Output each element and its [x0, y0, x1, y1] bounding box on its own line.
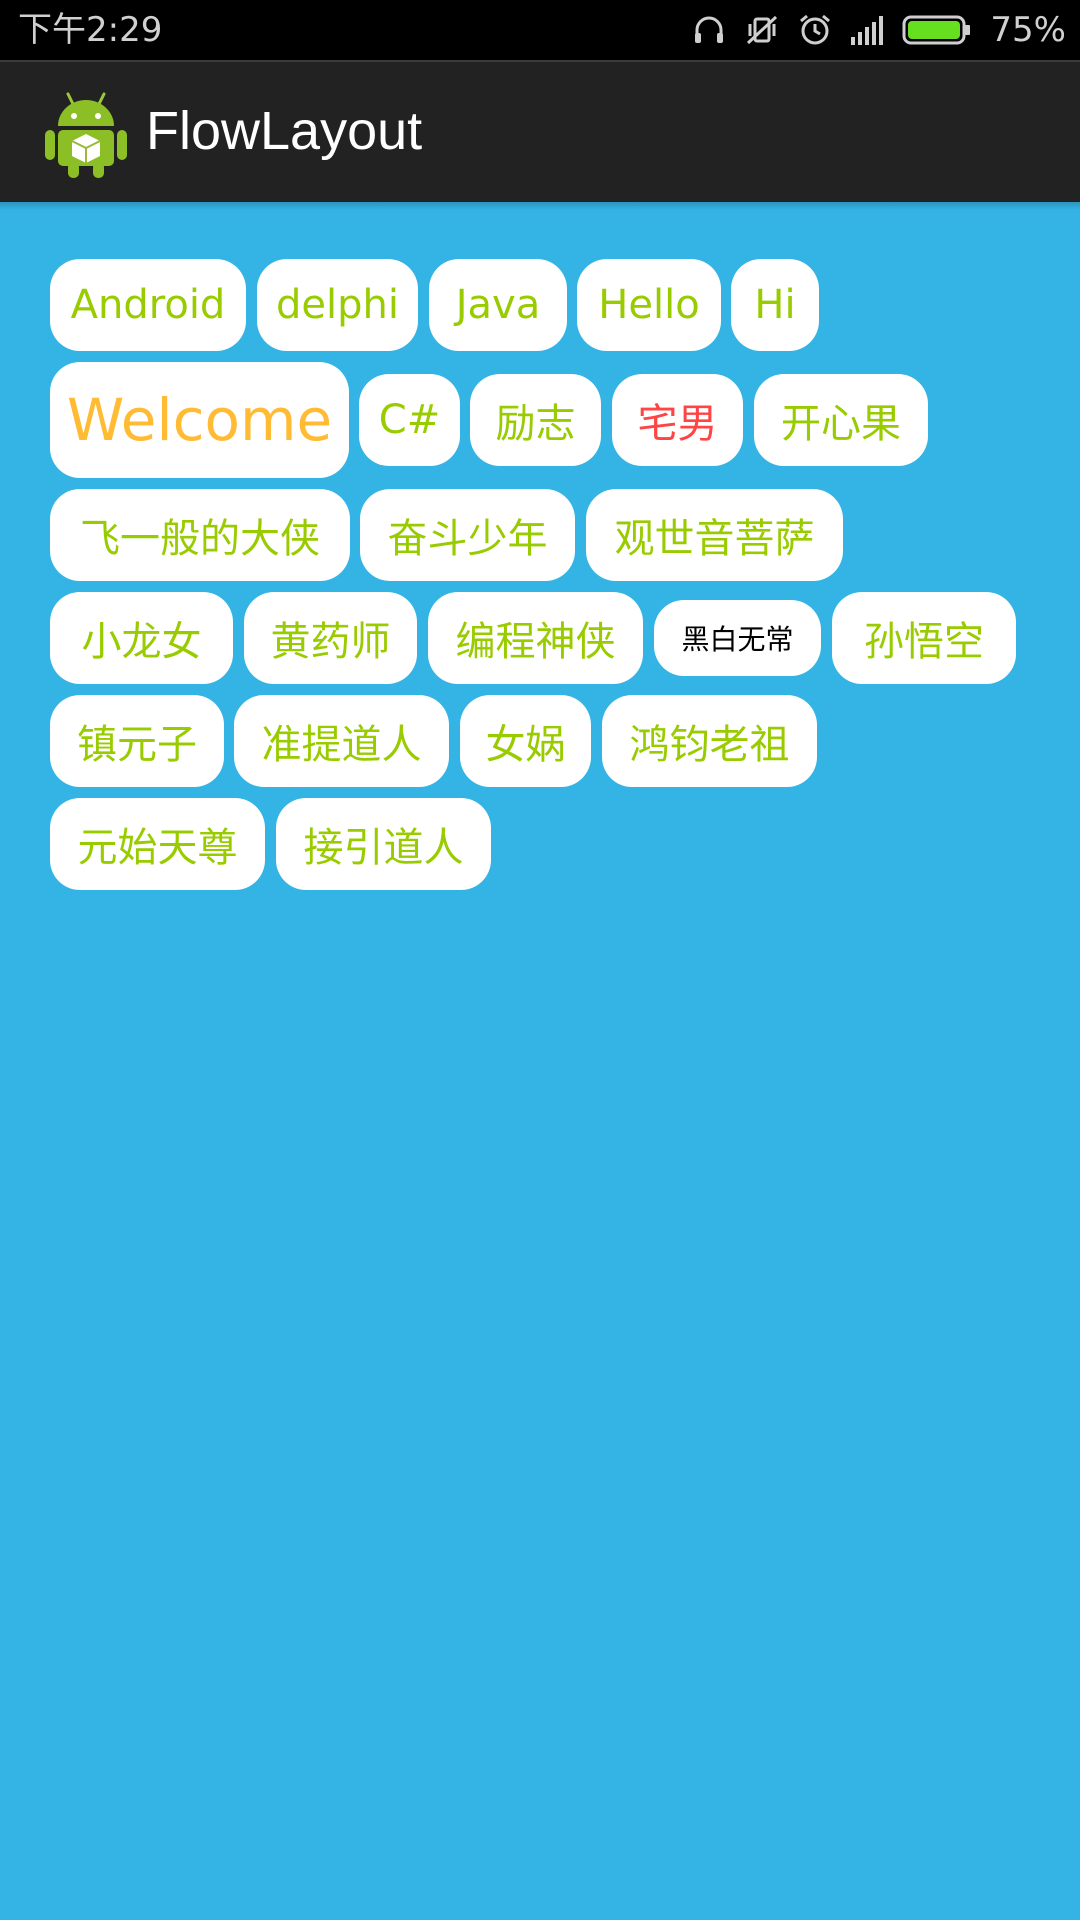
- app-title: FlowLayout: [146, 101, 423, 161]
- tag-csharp[interactable]: C#: [359, 374, 460, 466]
- action-bar-shadow: [0, 202, 1080, 210]
- android-robot-icon[interactable]: [44, 88, 128, 180]
- tag-welcome[interactable]: Welcome: [50, 362, 349, 478]
- tag-hi[interactable]: Hi: [731, 259, 819, 351]
- tag-kaixinguo[interactable]: 开心果: [754, 374, 928, 466]
- tag-zhenyuanzi[interactable]: 镇元子: [50, 695, 224, 787]
- vibrate-off-icon: [744, 13, 780, 47]
- tag-biancheng-shenxia[interactable]: 编程神侠: [428, 592, 643, 684]
- status-time: 下午2:29: [18, 10, 163, 50]
- tag-sunwukong[interactable]: 孙悟空: [832, 592, 1016, 684]
- tag-feiyiban-daxia[interactable]: 飞一般的大侠: [50, 489, 350, 581]
- tag-hello[interactable]: Hello: [577, 259, 721, 351]
- status-icons: 75%: [692, 8, 1066, 52]
- tag-guanshiyin-pusa[interactable]: 观世音菩萨: [586, 489, 843, 581]
- battery-percent: 75%: [990, 10, 1066, 50]
- tag-xiaolongnu[interactable]: 小龙女: [50, 592, 233, 684]
- signal-icon: [850, 15, 884, 45]
- tag-delphi[interactable]: delphi: [257, 259, 418, 351]
- tag-fendou-shaonian[interactable]: 奋斗少年: [360, 489, 575, 581]
- tag-lizhi[interactable]: 励志: [470, 374, 601, 466]
- alarm-icon: [798, 13, 832, 47]
- tag-zhunti-daoren[interactable]: 准提道人: [234, 695, 449, 787]
- tag-java[interactable]: Java: [429, 259, 567, 351]
- tag-zhainan[interactable]: 宅男: [612, 374, 743, 466]
- tag-jieyin-daoren[interactable]: 接引道人: [276, 798, 491, 890]
- tag-huangyaoshi[interactable]: 黄药师: [244, 592, 417, 684]
- tag-heibai-wuchang[interactable]: 黑白无常: [654, 600, 821, 676]
- headphones-icon: [692, 13, 726, 47]
- battery-icon: [902, 15, 972, 45]
- tag-android[interactable]: Android: [50, 259, 246, 351]
- tag-nuwa[interactable]: 女娲: [460, 695, 591, 787]
- status-bar: 下午2:29 75%: [0, 0, 1080, 60]
- tag-yuanshi-tianzun[interactable]: 元始天尊: [50, 798, 265, 890]
- action-bar: FlowLayout: [0, 60, 1080, 202]
- tag-hongjun-laozu[interactable]: 鸿钧老祖: [602, 695, 817, 787]
